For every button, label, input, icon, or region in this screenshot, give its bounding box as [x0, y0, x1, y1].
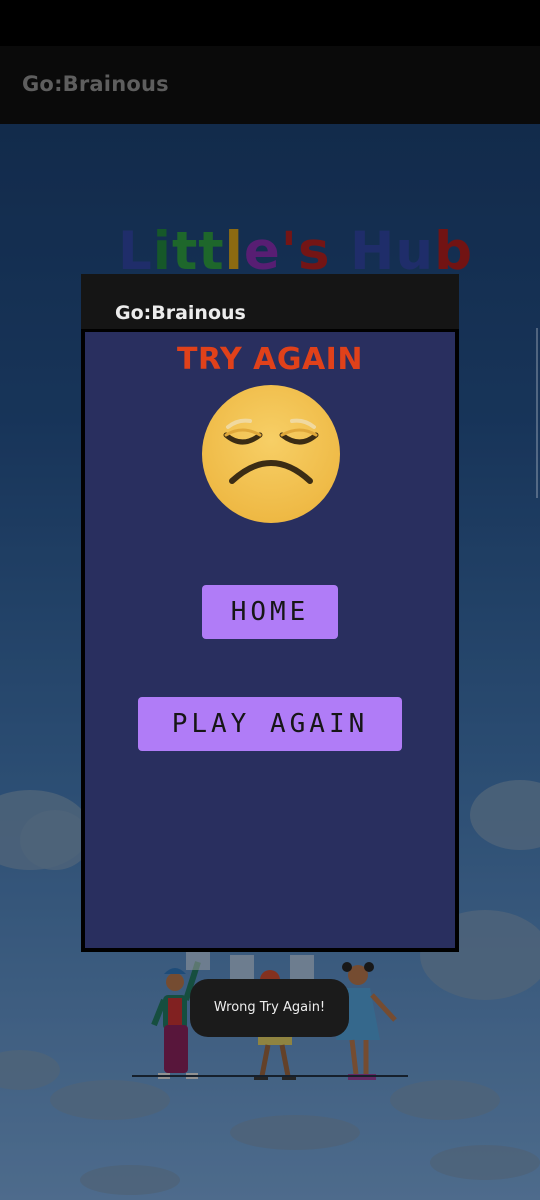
play-again-button[interactable]: PLAY AGAIN [138, 697, 402, 751]
sad-face-icon [202, 385, 340, 523]
dialog-title: Go:Brainous [115, 302, 246, 324]
scroll-indicator [536, 328, 538, 498]
home-button[interactable]: HOME [202, 585, 338, 639]
result-dialog: Go:Brainous TRY AGAIN HOME PLAY AGAIN [81, 274, 459, 952]
screen: Go:Brainous Little's Hub Go:Brainous TRY… [0, 0, 540, 1200]
dialog-body: TRY AGAIN HOME PLAY AGAIN [85, 332, 455, 948]
ground-line [132, 1075, 408, 1077]
dialog-header: Go:Brainous [81, 274, 459, 329]
toast-message: Wrong Try Again! [190, 979, 349, 1037]
try-again-heading: TRY AGAIN [177, 342, 363, 377]
